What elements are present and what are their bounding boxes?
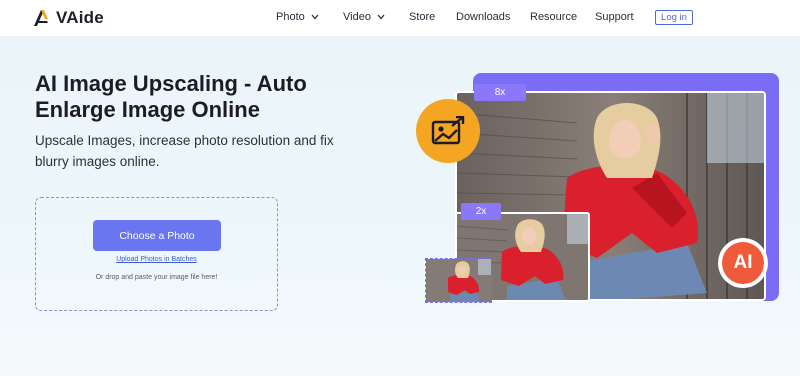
nav-item-label: Downloads	[456, 11, 511, 23]
main-nav: Photo Video Store Downloads Resource Sup…	[0, 0, 800, 36]
nav-item-label: Store	[409, 11, 436, 23]
nav-item-resource[interactable]: Resource	[530, 11, 577, 23]
upscale-8x-tag: 8x	[474, 84, 526, 101]
chevron-down-icon	[311, 14, 319, 20]
nav-item-label: Resource	[530, 11, 578, 23]
nav-item-downloads[interactable]: Downloads	[456, 11, 510, 23]
upscale-2x-tag: 2x	[461, 203, 501, 220]
chevron-down-icon	[377, 14, 385, 20]
upload-batch-link[interactable]: Upload Photos in Batches	[36, 256, 277, 263]
nav-item-store[interactable]: Store	[409, 11, 435, 23]
sample-photo-small	[425, 258, 492, 303]
site-header: VAide Photo Video Store Downloads Resour…	[0, 0, 800, 36]
page-title: AI Image Upscaling - Auto Enlarge Image …	[35, 71, 307, 122]
nav-item-label: Support	[595, 11, 634, 23]
page-subtitle: Upscale Images, increase photo resolutio…	[35, 133, 334, 169]
hero-illustration: 8x 2x AI	[0, 0, 800, 376]
choose-photo-button[interactable]: Choose a Photo	[93, 220, 221, 251]
nav-item-label: Video	[343, 11, 371, 23]
upscale-image-icon-glyph	[431, 116, 465, 145]
sample-photo-small-art	[426, 259, 491, 302]
upload-dropzone[interactable]: Choose a Photo Upload Photos in Batches …	[35, 197, 278, 311]
nav-item-video[interactable]: Video	[343, 11, 385, 23]
nav-item-support[interactable]: Support	[595, 11, 634, 23]
drop-hint-text: Or drop and paste your image file here!	[95, 274, 218, 281]
ai-badge-label: AI	[722, 242, 764, 284]
login-button[interactable]: Log in	[655, 10, 693, 25]
upscale-image-icon	[416, 99, 480, 163]
nav-item-photo[interactable]: Photo	[276, 11, 319, 23]
nav-item-label: Photo	[276, 11, 305, 23]
ai-badge: AI	[718, 238, 768, 288]
